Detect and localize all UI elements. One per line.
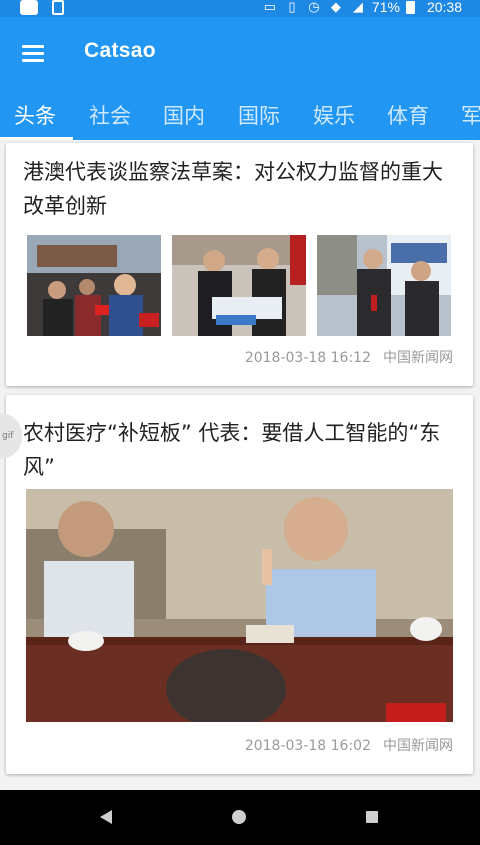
- delegates-walking-photo[interactable]: [317, 235, 451, 336]
- tab-headlines[interactable]: 头条: [14, 100, 56, 130]
- battery-icon: [405, 0, 415, 14]
- tab-sports[interactable]: 体育: [387, 100, 429, 130]
- article-date: 2018-03-18 16:12: [244, 350, 371, 366]
- delegate-speaking-photo[interactable]: [26, 489, 453, 722]
- sim-alert-icon: [52, 0, 64, 15]
- no-signal-icon: ◢: [352, 0, 363, 14]
- tab-international[interactable]: 国际: [238, 100, 280, 130]
- article-source: 中国新闻网: [383, 350, 453, 366]
- article-meta: 2018-03-18 16:02 中国新闻网: [245, 735, 453, 755]
- vibrate-icon: ▯: [288, 0, 296, 14]
- article-title[interactable]: 农村医疗“补短板” 代表：要借人工智能的“东风”: [23, 416, 453, 484]
- battery-percent: 71%: [371, 0, 400, 15]
- system-nav-bar: [0, 790, 480, 845]
- tab-society[interactable]: 社会: [89, 100, 131, 130]
- article-source: 中国新闻网: [383, 738, 453, 754]
- delegates-handshake-photo[interactable]: [172, 235, 306, 336]
- news-card[interactable]: 农村医疗“补短板” 代表：要借人工智能的“东风” 2018-03-18 16:0…: [6, 395, 473, 774]
- article-title[interactable]: 港澳代表谈监察法草案：对公权力监督的重大改革创新: [23, 155, 453, 223]
- status-bar: ▭ ▯ ◷ ◆ ◢ 71% 20:38: [0, 0, 480, 17]
- clock: 20:38: [426, 0, 462, 15]
- app-bar: Catsao: [0, 17, 480, 90]
- home-icon[interactable]: [232, 810, 246, 824]
- notification-square-icon: [20, 0, 38, 15]
- tab-indicator: [0, 137, 73, 140]
- news-card[interactable]: 港澳代表谈监察法草案：对公权力监督的重大改革创新 2018-03-18 16:1…: [6, 143, 473, 386]
- tab-entertainment[interactable]: 娱乐: [313, 100, 355, 130]
- alarm-icon: ◷: [308, 0, 320, 14]
- wifi-off-icon: ◆: [330, 0, 341, 14]
- back-icon[interactable]: [100, 810, 112, 824]
- article-meta: 2018-03-18 16:12 中国新闻网: [245, 347, 453, 367]
- tab-military[interactable]: 军: [461, 100, 480, 130]
- tab-domestic[interactable]: 国内: [163, 100, 205, 130]
- cast-icon: ▭: [263, 0, 277, 14]
- menu-icon[interactable]: [22, 45, 44, 62]
- article-date: 2018-03-18 16:02: [244, 738, 371, 754]
- press-interview-photo[interactable]: [27, 235, 161, 336]
- app-title: Catsao: [84, 39, 156, 62]
- recent-apps-icon[interactable]: [366, 811, 378, 823]
- category-tabs: 头条 社会 国内 国际 娱乐 体育 军: [0, 90, 480, 140]
